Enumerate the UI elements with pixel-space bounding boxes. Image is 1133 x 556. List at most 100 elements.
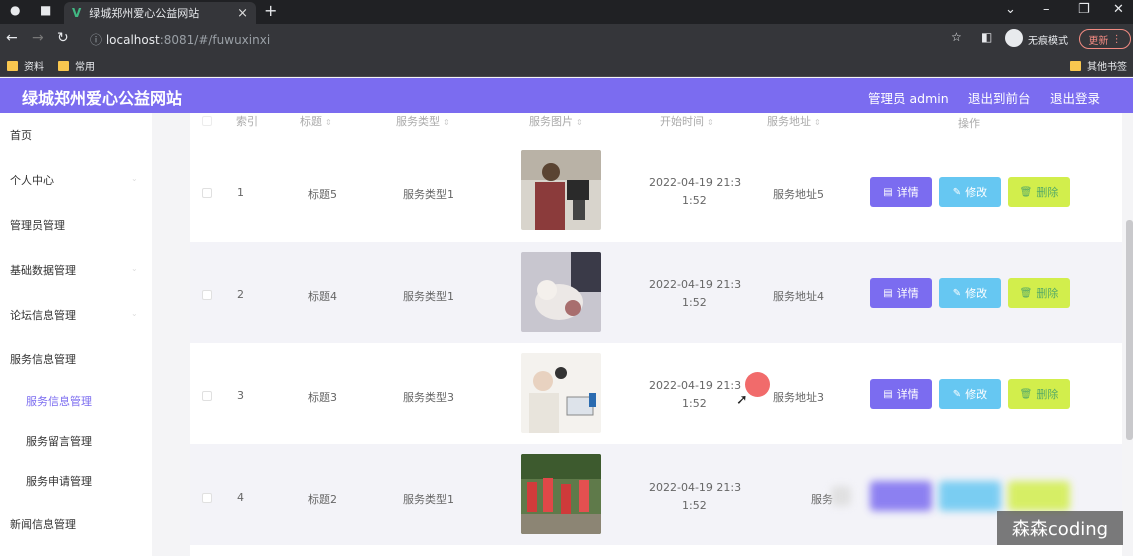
cell-type: 服务类型1: [403, 290, 454, 303]
url-field[interactable]: ⓘ localhost:8081/#/fuwuxinxi: [90, 31, 270, 48]
column-header-index: 索引: [236, 115, 258, 128]
service-photo[interactable]: [521, 150, 601, 230]
delete-label: 删除: [1036, 186, 1059, 199]
reload-icon[interactable]: ↻: [57, 30, 69, 46]
sidepanel-icon[interactable]: ◧: [981, 30, 992, 44]
incognito-icon: [1005, 29, 1023, 47]
delete-button[interactable]: 🗑 删除: [1008, 177, 1070, 207]
minimize-icon[interactable]: –: [1043, 2, 1050, 17]
table-row: 4 标题2 服务类型1 2022-04-19 21:3 1:52 服务: [190, 444, 1122, 545]
bookmark-folder-changyong[interactable]: 常用: [58, 58, 95, 73]
delete-button[interactable]: 🗑 删除: [1008, 278, 1070, 308]
sidebar-item-service[interactable]: 服务信息管理: [10, 351, 76, 367]
row-checkbox[interactable]: [202, 391, 212, 401]
cell-time: 2022-04-19 21:3: [649, 379, 742, 392]
tab-list-icon[interactable]: ⌄: [1005, 2, 1016, 17]
detail-button[interactable]: ▤ 详情: [870, 278, 932, 308]
column-header-type-label: 服务类型: [396, 115, 440, 128]
row-checkbox[interactable]: [202, 493, 212, 503]
detail-label: 详情: [896, 287, 919, 300]
table-row: 1 标题5 服务类型1 2022-04-19 21:3 1:52 服务地址5 ▤…: [190, 141, 1122, 242]
service-photo[interactable]: [521, 454, 601, 534]
cell-title: 标题5: [308, 188, 337, 201]
bookmark-folder-other[interactable]: 其他书签: [1070, 58, 1127, 73]
sidebar-item-home[interactable]: 首页: [10, 127, 32, 143]
sidebar-item-admin[interactable]: 管理员管理: [10, 217, 65, 233]
cell-index: 2: [237, 288, 244, 301]
cell-address: 服务地址4: [773, 290, 824, 303]
incognito-label: 无痕模式: [1028, 36, 1068, 47]
edit-button[interactable]: ✎ 修改: [939, 278, 1001, 308]
select-all-checkbox[interactable]: [202, 116, 212, 126]
detail-button[interactable]: ▤ 详情: [870, 177, 932, 207]
column-header-address[interactable]: 服务地址 ⇕: [767, 113, 821, 129]
bookmark-label: 资料: [24, 62, 44, 73]
cell-time-cont: 1:52: [682, 499, 707, 512]
delete-button[interactable]: 🗑 删除: [1008, 379, 1070, 409]
cell-index: 3: [237, 389, 244, 402]
sidebar-sub-service-info[interactable]: 服务信息管理: [26, 393, 92, 409]
cell-time: 2022-04-19 21:3: [649, 278, 742, 291]
tab-title: 绿城郑州爱心公益网站: [89, 7, 200, 20]
cell-time: 2022-04-19 21:3: [649, 176, 742, 189]
cell-index: 4: [237, 491, 244, 504]
forward-icon[interactable]: →: [32, 30, 44, 46]
service-photo[interactable]: [521, 353, 601, 433]
pencil-icon: ✎: [952, 388, 962, 400]
edit-button[interactable]: ✎ 修改: [939, 177, 1001, 207]
browser-menu-icon[interactable]: ●: [10, 3, 20, 17]
data-table: 索引 标题 ⇕ 服务类型 ⇕ 服务图片 ⇕ 开始时间 ⇕ 服务地址 ⇕ 操作 1 标题5 …: [190, 113, 1122, 556]
sidebar-sub-service-apply[interactable]: 服务申请管理: [26, 473, 92, 489]
column-header-title[interactable]: 标题 ⇕: [300, 113, 332, 129]
site-title: 绿城郑州爱心公益网站: [22, 89, 183, 108]
cell-address: 服务地址5: [773, 188, 824, 201]
detail-button[interactable]: ▤ 详情: [870, 379, 932, 409]
page-scrollbar[interactable]: [1126, 220, 1133, 440]
cell-title: 标题2: [308, 493, 337, 506]
folder-icon: [58, 60, 69, 71]
tab-search-icon[interactable]: ■: [40, 3, 51, 17]
delete-button-blurred[interactable]: [1008, 481, 1070, 511]
edit-button-blurred[interactable]: [939, 481, 1001, 511]
row-checkbox[interactable]: [202, 188, 212, 198]
browser-tab-bar: ● ■ V 绿城郑州爱心公益网站 × + ⌄ – ❐ ✕: [0, 0, 1133, 24]
trash-icon: 🗑: [1019, 388, 1033, 400]
sidebar-item-forum[interactable]: 论坛信息管理: [10, 307, 76, 323]
column-header-type[interactable]: 服务类型 ⇕: [396, 113, 450, 129]
detail-button-blurred[interactable]: [870, 481, 932, 511]
close-window-icon[interactable]: ✕: [1113, 2, 1124, 17]
cell-index: 1: [237, 186, 244, 199]
logout-link[interactable]: 退出登录: [1050, 88, 1100, 107]
update-label: 更新: [1088, 35, 1109, 47]
new-tab-button[interactable]: +: [264, 1, 277, 20]
chevron-down-icon: ⌄: [131, 264, 138, 273]
vue-logo-icon: V: [72, 6, 82, 20]
service-photo[interactable]: [521, 252, 601, 332]
cell-address: 服务: [811, 493, 833, 506]
back-to-front-link[interactable]: 退出到前台: [968, 88, 1031, 107]
sort-icon: ⇕: [325, 118, 332, 127]
column-header-image[interactable]: 服务图片 ⇕: [529, 113, 583, 129]
edit-button[interactable]: ✎ 修改: [939, 379, 1001, 409]
sidebar-item-news[interactable]: 新闻信息管理: [10, 516, 76, 532]
column-header-time[interactable]: 开始时间 ⇕: [660, 113, 714, 129]
back-icon[interactable]: ←: [6, 30, 18, 46]
detail-label: 详情: [896, 186, 919, 199]
row-checkbox[interactable]: [202, 290, 212, 300]
cell-time-cont: 1:52: [682, 397, 707, 410]
sidebar-sub-service-message[interactable]: 服务留言管理: [26, 433, 92, 449]
info-icon[interactable]: ⓘ: [90, 33, 106, 47]
restore-icon[interactable]: ❐: [1078, 2, 1090, 17]
sidebar-item-profile[interactable]: 个人中心: [10, 172, 54, 188]
edit-label: 修改: [965, 388, 988, 401]
browser-tab[interactable]: V 绿城郑州爱心公益网站 ×: [64, 2, 256, 24]
table-header: 索引 标题 ⇕ 服务类型 ⇕ 服务图片 ⇕ 开始时间 ⇕ 服务地址 ⇕ 操作: [190, 113, 1122, 141]
tab-close-icon[interactable]: ×: [237, 6, 248, 21]
sidebar-item-basic-data[interactable]: 基础数据管理: [10, 262, 76, 278]
bookmark-star-icon[interactable]: ☆: [951, 30, 962, 44]
detail-label: 详情: [896, 388, 919, 401]
update-button[interactable]: 更新 ⋮: [1079, 29, 1131, 49]
cell-type: 服务类型1: [403, 188, 454, 201]
bookmark-folder-ziliao[interactable]: 资料: [7, 58, 44, 73]
cell-address: 服务地址3: [773, 391, 824, 404]
